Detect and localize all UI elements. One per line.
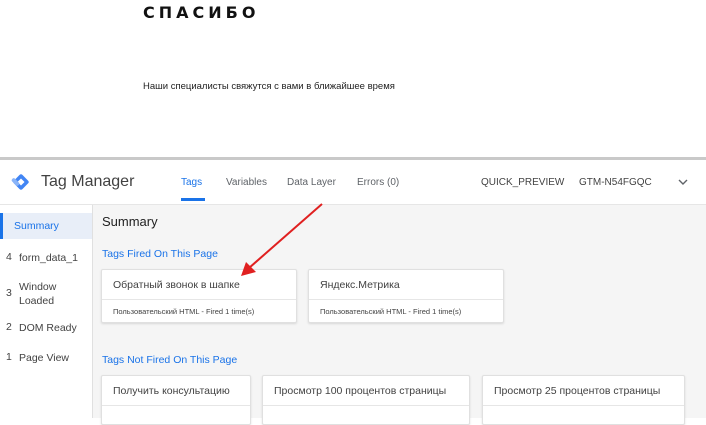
tab-errors[interactable]: Errors (0) [357, 177, 399, 188]
sidebar-item-label: DOM Ready [19, 322, 77, 334]
sidebar-item-dom-ready[interactable]: 2 DOM Ready [0, 318, 92, 338]
confirmation-message: Наши специалисты свяжутся с вами в ближа… [143, 81, 395, 92]
tag-name: Получить консультацию [113, 385, 230, 397]
tag-name: Просмотр 100 процентов страницы [274, 385, 447, 397]
card-divider [102, 405, 250, 406]
tab-tags[interactable]: Tags [181, 177, 202, 188]
sidebar-item-form-data[interactable]: 4 form_data_1 [0, 248, 92, 268]
event-sidebar: Summary 4 form_data_1 3 Window Loaded 2 … [0, 205, 93, 418]
quick-preview-label: QUICK_PREVIEW [481, 177, 565, 188]
event-number: 1 [6, 351, 12, 363]
chevron-down-icon[interactable] [678, 178, 688, 186]
tab-variables[interactable]: Variables [226, 177, 267, 188]
gtm-header: Tag Manager Tags Variables Data Layer Er… [0, 160, 706, 205]
tag-manager-logo-icon [11, 174, 29, 190]
sidebar-item-summary[interactable]: Summary [0, 213, 92, 239]
card-divider [263, 405, 469, 406]
tag-name: Яндекс.Метрика [320, 279, 400, 291]
sidebar-item-window-loaded[interactable]: 3 Window Loaded [0, 275, 92, 311]
card-divider [309, 299, 503, 300]
page-title: СПАСИБО [143, 3, 260, 22]
sidebar-item-label: Page View [19, 352, 70, 364]
card-divider [102, 299, 296, 300]
sidebar-item-label: Window Loaded [19, 281, 57, 307]
fired-section-title: Tags Fired On This Page [102, 248, 218, 260]
tag-name: Просмотр 25 процентов страницы [494, 385, 661, 397]
container-id: GTM-N54FGQC [579, 177, 652, 188]
tag-status: Пользовательский HTML - Fired 1 time(s) [320, 307, 462, 316]
tag-name: Обратный звонок в шапке [113, 279, 240, 291]
thank-you-page: СПАСИБО Наши специалисты свяжутся с вами… [0, 0, 706, 157]
event-number: 3 [6, 287, 12, 299]
tag-card-fired[interactable]: Яндекс.Метрика Пользовательский HTML - F… [308, 269, 504, 323]
card-divider [483, 405, 684, 406]
tag-status: Пользовательский HTML - Fired 1 time(s) [113, 307, 255, 316]
tab-data-layer[interactable]: Data Layer [287, 177, 336, 188]
sidebar-item-page-view[interactable]: 1 Page View [0, 348, 92, 368]
tag-card-fired[interactable]: Обратный звонок в шапке Пользовательский… [101, 269, 297, 323]
not-fired-section-title: Tags Not Fired On This Page [102, 354, 238, 366]
app-title: Tag Manager [41, 173, 135, 190]
event-number: 2 [6, 321, 12, 333]
gtm-preview-pane: Tag Manager Tags Variables Data Layer Er… [0, 160, 706, 425]
sidebar-item-label: Summary [14, 220, 59, 232]
summary-panel: Summary Tags Fired On This Page Обратный… [93, 205, 706, 425]
panel-title: Summary [102, 214, 158, 229]
sidebar-item-label: form_data_1 [19, 252, 78, 264]
event-number: 4 [6, 251, 12, 263]
active-tab-indicator [181, 198, 205, 201]
